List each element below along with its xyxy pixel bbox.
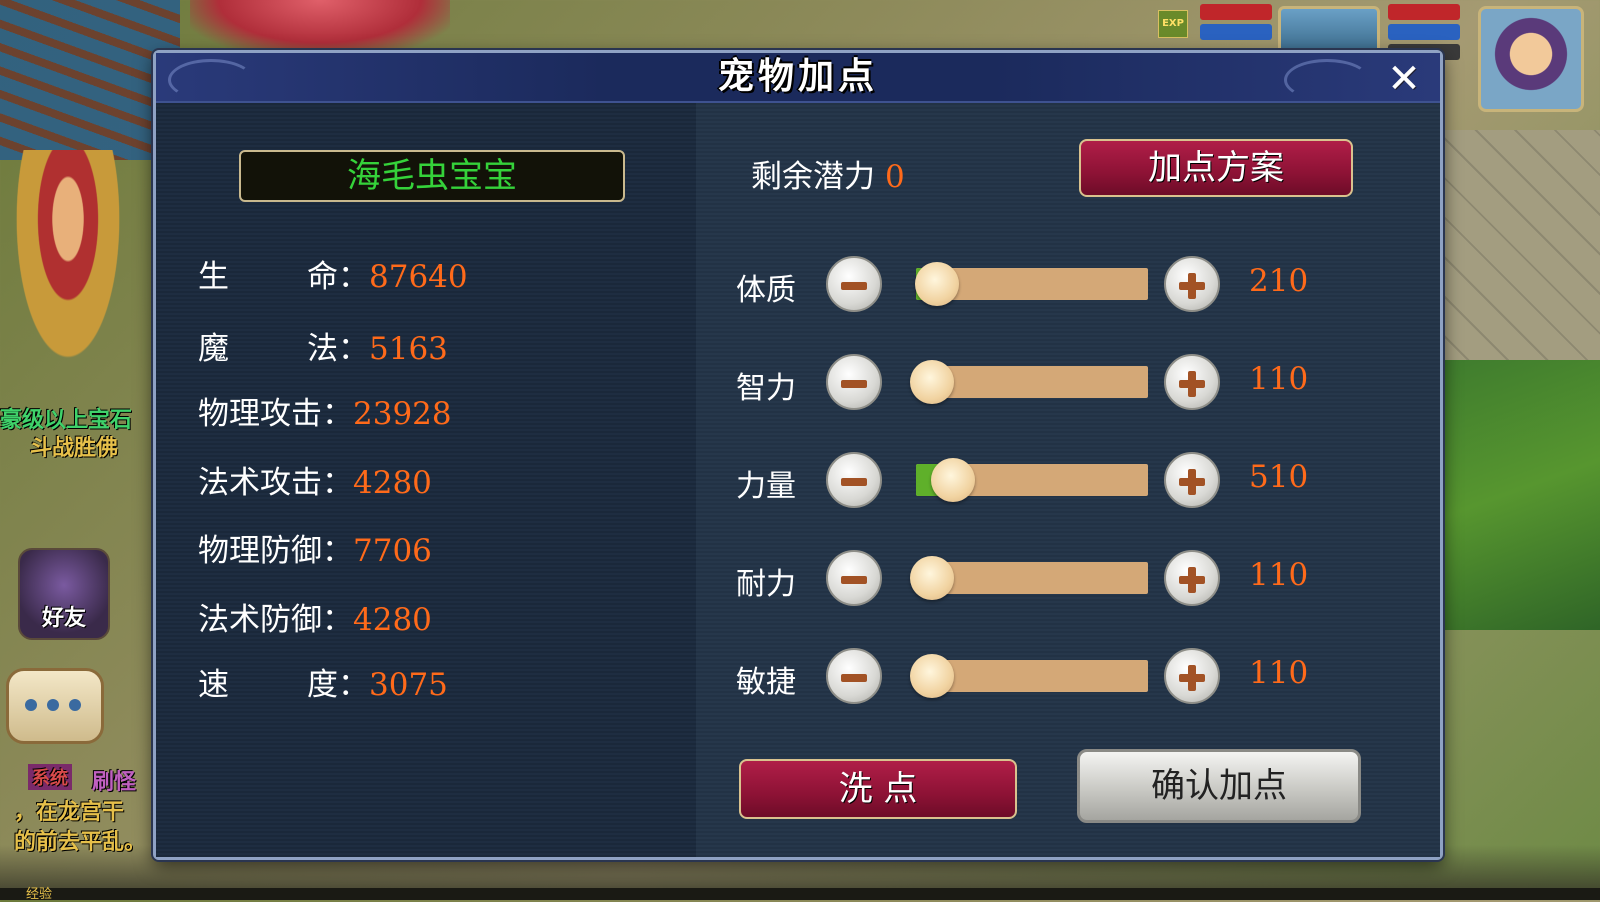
experience-bar: 经验 [0, 887, 1600, 902]
increase-strength-button[interactable] [1164, 452, 1220, 508]
strength-slider[interactable] [916, 458, 1148, 502]
stat-physical-attack-value: 23928 [353, 396, 452, 432]
constitution-slider[interactable] [914, 262, 1148, 306]
attribute-label: 敏捷 [736, 665, 796, 700]
attribute-label: 体质 [736, 273, 796, 308]
stat-magic-attack: 法术攻击：4280 [198, 465, 432, 501]
remaining-potential-value: 0 [885, 159, 905, 195]
pet-attribute-dialog: 宠物加点 ✕ 海毛虫宝宝 生命：87640 魔法：5163 物理攻击：23928… [153, 50, 1443, 860]
pet-name: 海毛虫宝宝 [239, 150, 625, 202]
increase-intelligence-button[interactable] [1164, 354, 1220, 410]
attribute-label: 智力 [736, 371, 796, 406]
endurance-slider[interactable] [910, 556, 1148, 600]
confirm-allocation-button[interactable]: 确认加点 [1077, 749, 1361, 823]
slider-knob[interactable] [910, 654, 955, 698]
stat-hp-value: 87640 [369, 259, 468, 295]
chat-dot-icon [47, 699, 59, 711]
chat-button[interactable] [6, 668, 104, 744]
close-icon[interactable]: ✕ [1382, 57, 1426, 101]
friend-label: 好友 [41, 606, 86, 631]
pet-hp-bars [1200, 4, 1272, 44]
player-character-sprite[interactable] [8, 150, 128, 380]
remaining-potential: 剩余潜力 0 [751, 151, 905, 196]
endurance-value: 110 [1249, 557, 1309, 593]
pet-portrait[interactable] [1278, 6, 1380, 56]
allocation-plan-button[interactable]: 加点方案 [1079, 139, 1353, 197]
minus-icon [841, 674, 867, 682]
decrease-constitution-button[interactable] [826, 256, 882, 312]
decrease-endurance-button[interactable] [826, 550, 882, 606]
intelligence-value: 110 [1249, 361, 1309, 397]
chat-channel-tag: 系统 [28, 764, 72, 790]
minus-icon [841, 282, 867, 290]
chat-line-3: 的前去平乱。 [14, 830, 147, 855]
stat-magic-defense-value: 4280 [353, 602, 432, 638]
friend-button[interactable]: 好友 [18, 548, 110, 640]
reset-points-button[interactable]: 洗 点 [739, 759, 1017, 819]
stat-magic-defense: 法术防御：4280 [198, 602, 432, 638]
stat-magic-attack-value: 4280 [353, 465, 432, 501]
agility-slider[interactable] [910, 654, 1148, 698]
increase-agility-button[interactable] [1164, 648, 1220, 704]
decrease-intelligence-button[interactable] [826, 354, 882, 410]
intelligence-slider[interactable] [910, 360, 1148, 404]
exp-icon[interactable]: EXP [1158, 10, 1188, 38]
experience-label: 经验 [26, 887, 53, 902]
dialog-header: 宠物加点 [156, 53, 1440, 103]
slider-knob[interactable] [931, 458, 976, 502]
chat-line-1: 刷怪 [92, 770, 137, 795]
increase-endurance-button[interactable] [1164, 550, 1220, 606]
strength-value: 510 [1249, 459, 1309, 495]
constitution-value: 210 [1249, 263, 1309, 299]
stat-speed-value: 3075 [369, 667, 448, 703]
stat-mp-value: 5163 [369, 331, 448, 367]
agility-value: 110 [1249, 655, 1309, 691]
chat-line-2: ，在龙宫干 [14, 800, 125, 825]
decrease-agility-button[interactable] [826, 648, 882, 704]
remaining-potential-label: 剩余潜力 [751, 159, 875, 195]
slider-knob[interactable] [910, 360, 955, 404]
slider-knob[interactable] [910, 556, 955, 600]
stat-physical-defense-value: 7706 [353, 533, 432, 569]
player-portrait[interactable] [1478, 6, 1584, 112]
world-label-2: 斗战胜佛 [30, 436, 119, 461]
attribute-label: 耐力 [736, 567, 796, 602]
stat-physical-attack: 物理攻击：23928 [198, 396, 452, 432]
decrease-strength-button[interactable] [826, 452, 882, 508]
minus-icon [841, 478, 867, 486]
stat-mp: 魔法：5163 [198, 331, 448, 367]
stat-hp: 生命：87640 [198, 259, 468, 295]
stat-speed: 速度：3075 [198, 667, 448, 703]
chat-dot-icon [69, 699, 81, 711]
dialog-title: 宠物加点 [717, 56, 878, 97]
chat-dot-icon [25, 699, 37, 711]
stat-physical-defense: 物理防御：7706 [198, 533, 432, 569]
attribute-label: 力量 [736, 469, 796, 504]
slider-knob[interactable] [914, 262, 959, 306]
minus-icon [841, 380, 867, 388]
minus-icon [841, 576, 867, 584]
background-tree [190, 0, 450, 55]
background-courtyard [1430, 130, 1600, 360]
increase-constitution-button[interactable] [1164, 256, 1220, 312]
